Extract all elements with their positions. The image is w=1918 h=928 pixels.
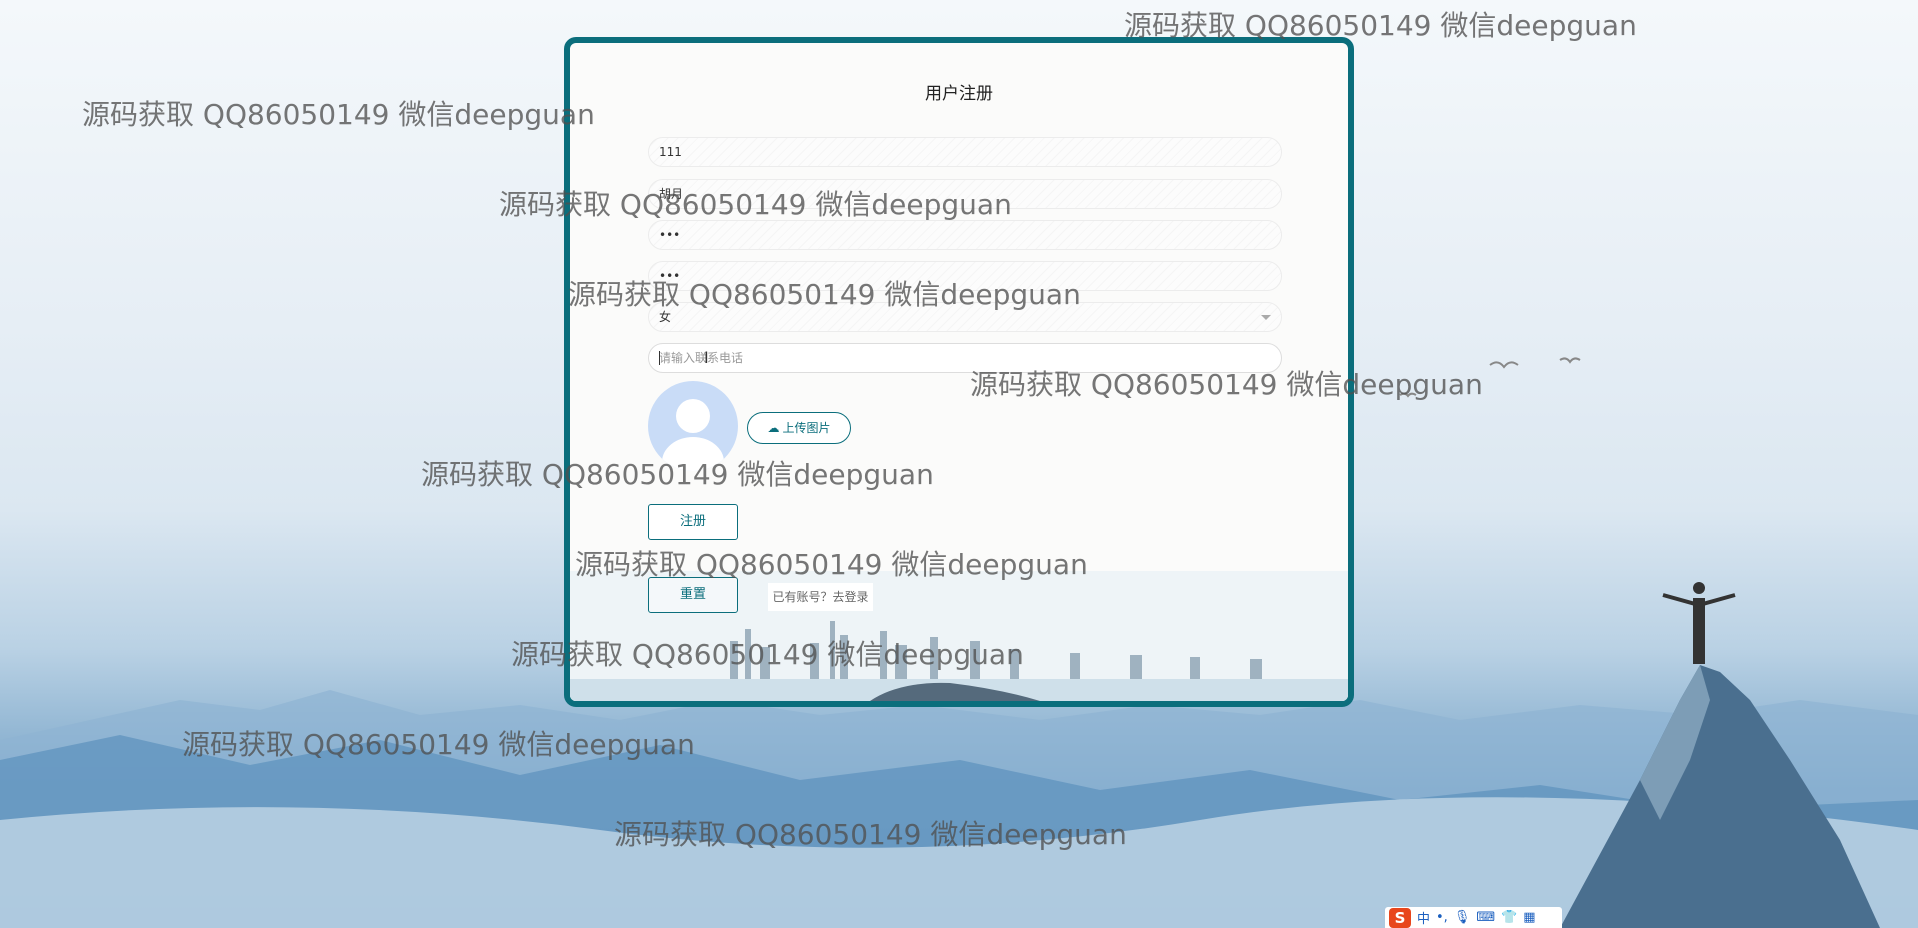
keyboard-icon[interactable]: ⌨ xyxy=(1476,910,1495,925)
ibeam-cursor-icon: I xyxy=(704,348,709,367)
skin-icon[interactable]: 👕 xyxy=(1501,910,1517,925)
sogou-logo-icon[interactable]: S xyxy=(1389,907,1411,928)
watermark-text: 源码获取 QQ86050149 微信deepguan xyxy=(499,188,1012,221)
go-login-link[interactable]: 已有账号？去登录 xyxy=(768,583,873,611)
watermark-text: 源码获取 QQ86050149 微信deepguan xyxy=(568,278,1081,311)
watermark-text: 源码获取 QQ86050149 微信deepguan xyxy=(511,638,1024,671)
microphone-icon[interactable]: 🎙 xyxy=(1454,910,1471,925)
text-cursor xyxy=(659,351,660,365)
watermark-text: 源码获取 QQ86050149 微信deepguan xyxy=(82,98,595,131)
toolbox-icon[interactable]: ▦ xyxy=(1523,910,1535,925)
watermark-text: 源码获取 QQ86050149 微信deepguan xyxy=(1124,9,1637,42)
watermark-text: 源码获取 QQ86050149 微信deepguan xyxy=(182,728,695,761)
page-title: 用户注册 xyxy=(925,84,993,104)
ime-toolbar[interactable]: S 中 •, 🎙 ⌨ 👕 ▦ xyxy=(1385,907,1562,928)
chevron-down-icon xyxy=(1261,315,1271,320)
watermark-text: 源码获取 QQ86050149 微信deepguan xyxy=(421,458,934,491)
register-button[interactable]: 注册 xyxy=(648,504,738,540)
avatar-head xyxy=(676,399,710,433)
watermark-text: 源码获取 QQ86050149 微信deepguan xyxy=(575,548,1088,581)
person-figure xyxy=(1662,582,1736,664)
phone-input-placeholder: 请输入联系电话 xyxy=(659,351,744,365)
watermark-text: 源码获取 QQ86050149 微信deepguan xyxy=(614,818,1127,851)
upload-image-button[interactable]: ☁ 上传图片 xyxy=(747,412,851,444)
watermark-text: 源码获取 QQ86050149 微信deepguan xyxy=(970,368,1483,401)
upload-image-label: 上传图片 xyxy=(782,421,831,435)
password-input[interactable]: ••• xyxy=(648,220,1282,250)
cloud-upload-icon: ☁ xyxy=(767,421,780,435)
punctuation-icon[interactable]: •, xyxy=(1436,910,1448,925)
ime-mode-toggle[interactable]: 中 xyxy=(1417,908,1430,927)
account-input[interactable]: 111 xyxy=(648,137,1282,167)
